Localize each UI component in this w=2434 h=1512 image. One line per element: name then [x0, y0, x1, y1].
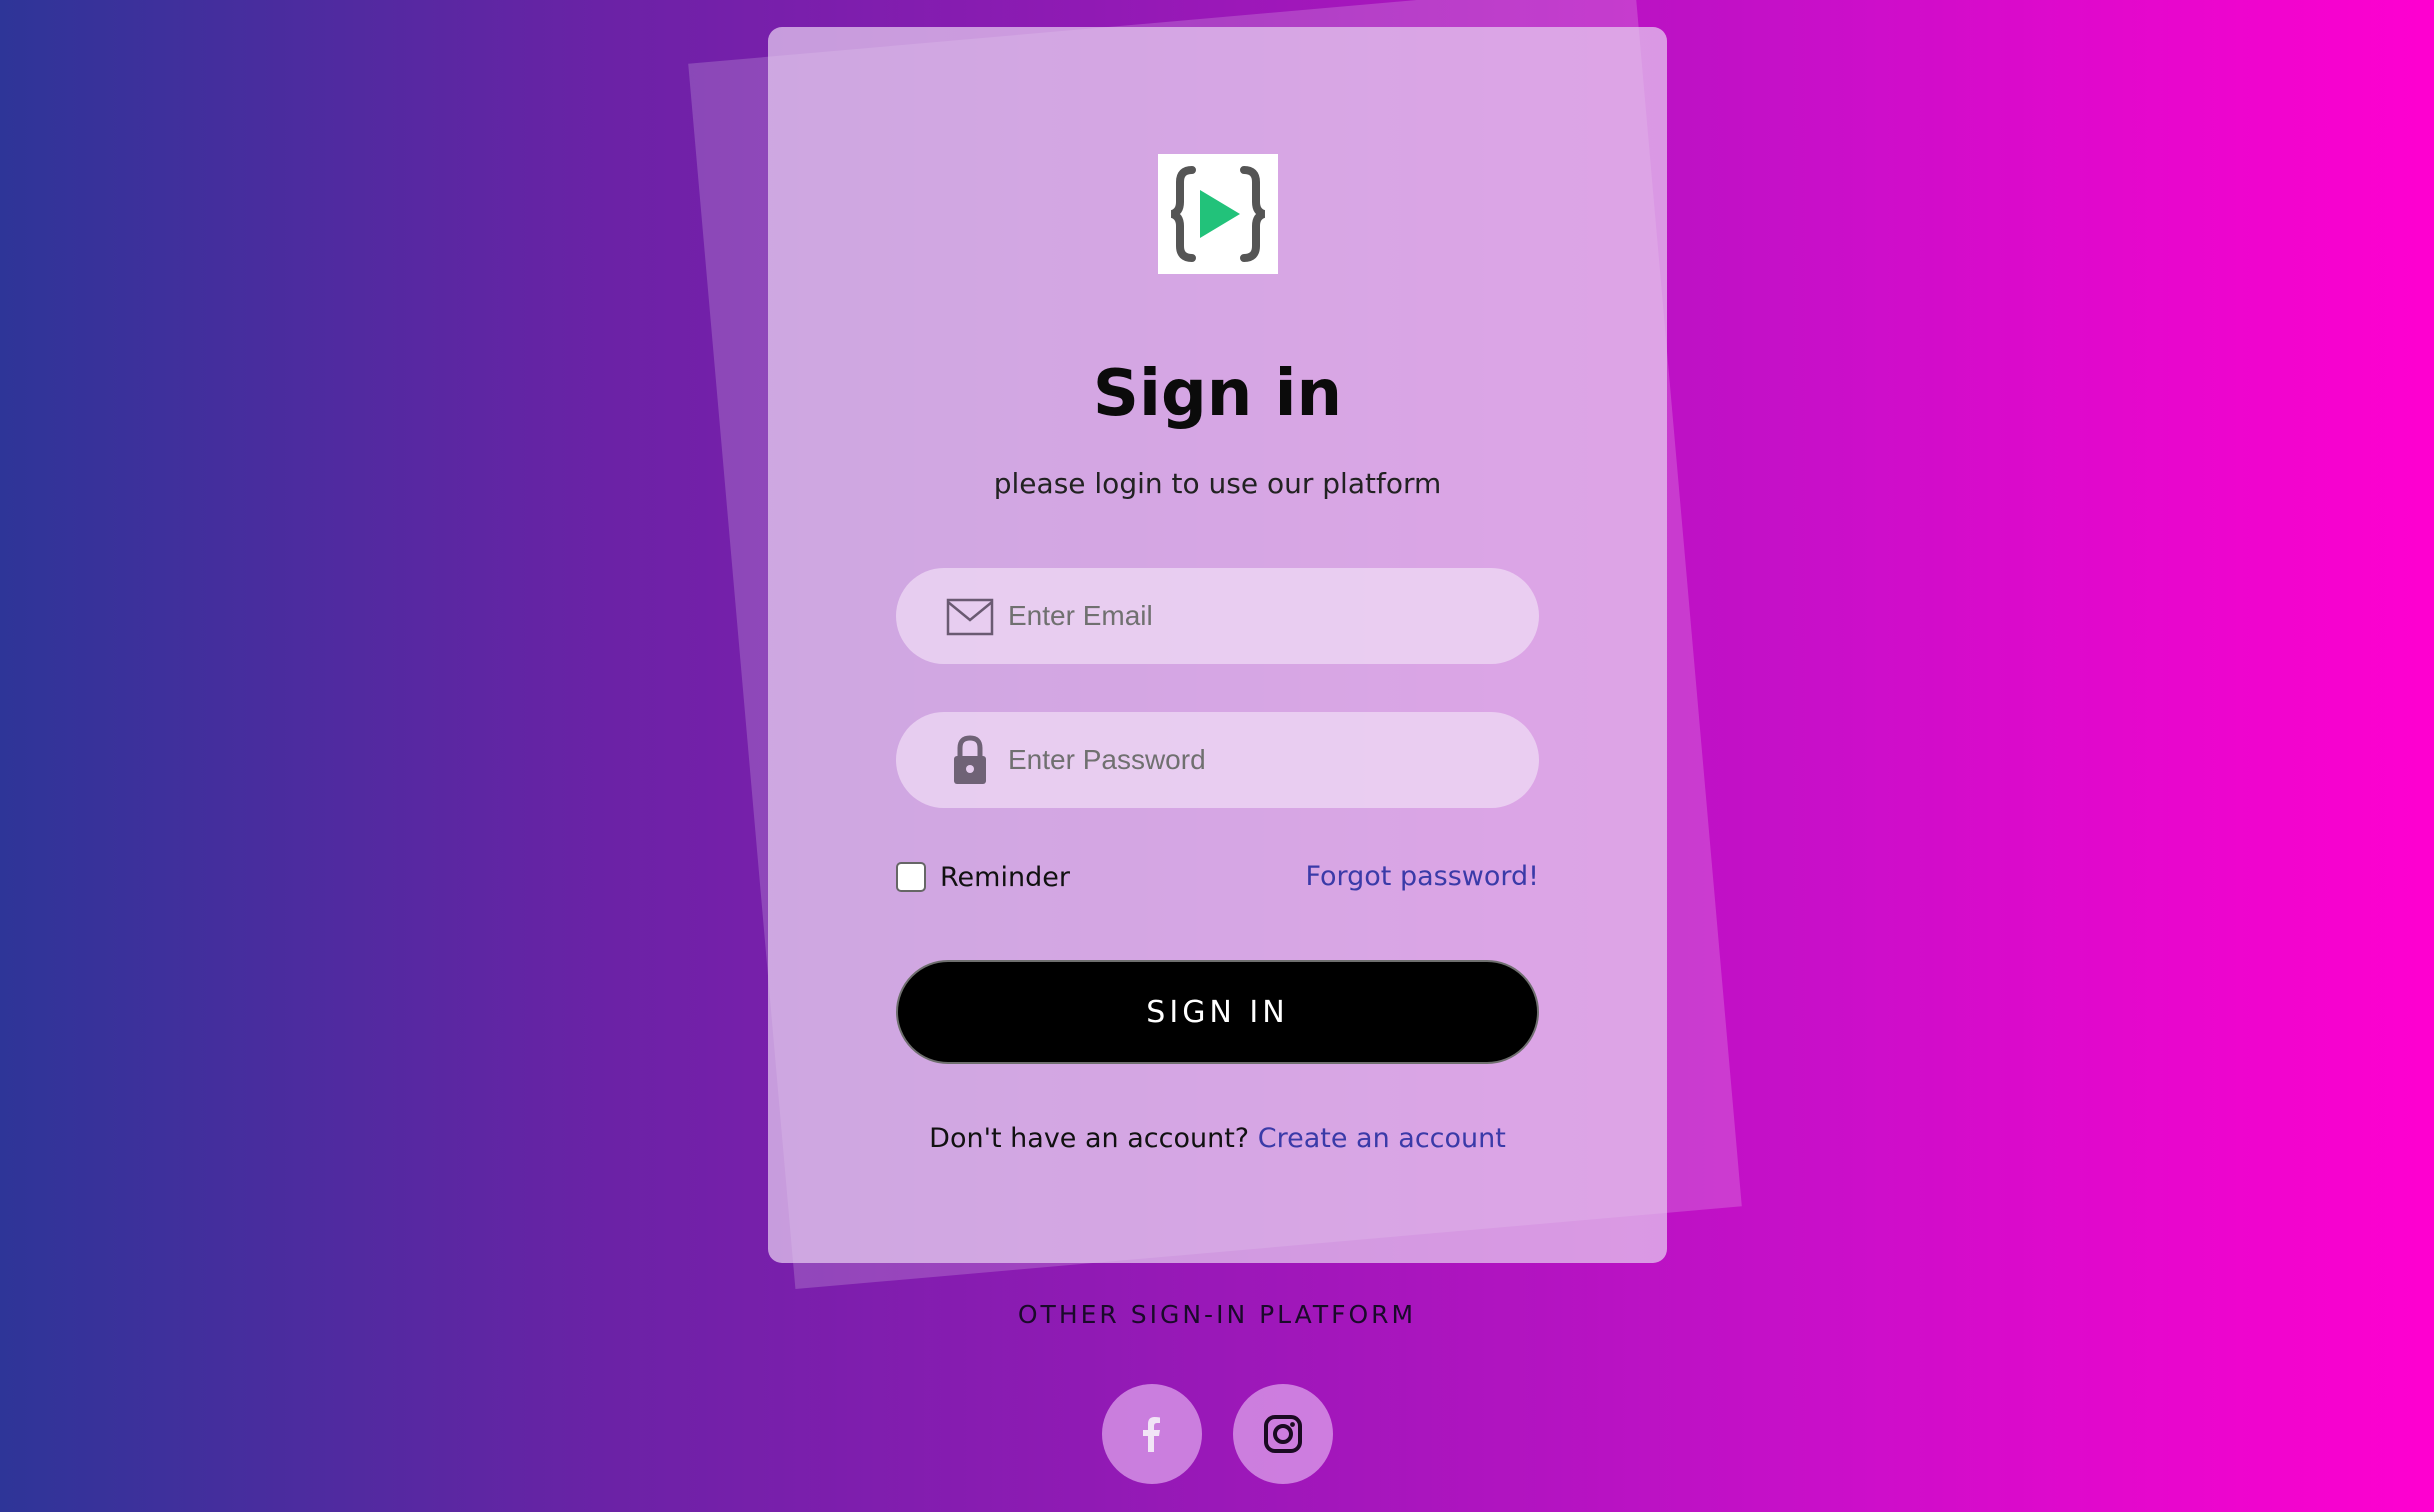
create-account-prompt: Don't have an account? Create an account	[768, 1123, 1667, 1154]
email-field[interactable]	[896, 568, 1539, 664]
no-account-text: Don't have an account?	[929, 1123, 1250, 1154]
page-subtitle: please login to use our platform	[993, 467, 1442, 500]
code-play-logo-icon	[1170, 166, 1266, 262]
app-logo	[1158, 154, 1278, 274]
facebook-icon	[1143, 1417, 1160, 1452]
instagram-icon	[1264, 1415, 1302, 1453]
forgot-password-link[interactable]: Forgot password!	[1305, 857, 1539, 897]
sign-in-button[interactable]: SIGN IN	[896, 960, 1539, 1064]
facebook-button[interactable]	[1102, 1384, 1202, 1484]
login-options-row: Reminder Forgot password!	[896, 857, 1539, 897]
email-input[interactable]	[1008, 568, 1508, 664]
reminder-label[interactable]: Reminder	[940, 862, 1070, 893]
other-platforms-heading: OTHER SIGN-IN PLATFORM	[1017, 1300, 1417, 1329]
create-account-link[interactable]: Create an account	[1258, 1123, 1506, 1154]
reminder-checkbox[interactable]	[896, 862, 926, 892]
login-card: Sign in please login to use our platform…	[768, 27, 1667, 1263]
password-field[interactable]	[896, 712, 1539, 808]
instagram-button[interactable]	[1233, 1384, 1333, 1484]
reminder-option[interactable]: Reminder	[896, 857, 1070, 897]
envelope-icon	[946, 598, 994, 636]
lock-icon	[954, 735, 986, 784]
password-input[interactable]	[1008, 712, 1508, 808]
page-title: Sign in	[1092, 357, 1343, 431]
